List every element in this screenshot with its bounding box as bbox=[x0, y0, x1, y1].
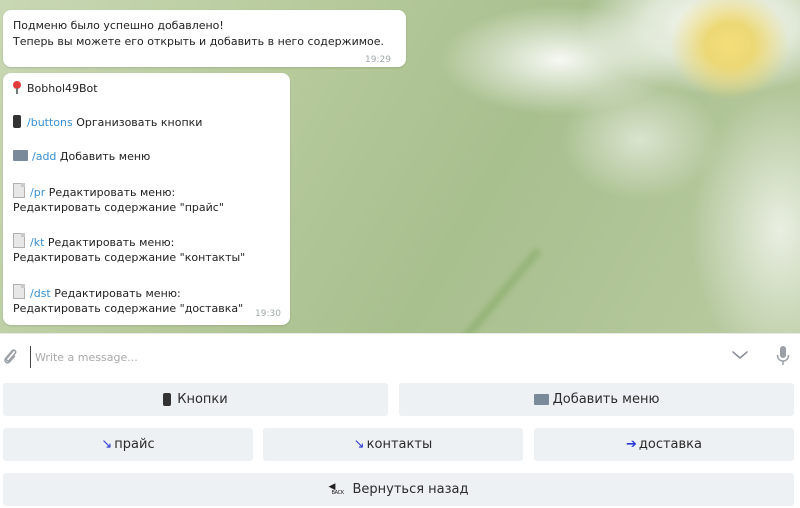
command-line: /pr Редактировать меню: bbox=[13, 183, 175, 200]
arrow-icon: ➔ bbox=[625, 437, 637, 452]
document-icon bbox=[13, 183, 25, 198]
bot-name-line: Bobhol49Bot bbox=[13, 81, 98, 96]
microphone-icon[interactable] bbox=[775, 344, 791, 368]
message-time: 19:30 bbox=[255, 309, 281, 319]
command-line: /add Добавить меню bbox=[13, 149, 150, 164]
pin-icon bbox=[13, 81, 21, 94]
arrow-icon: ↘ bbox=[101, 437, 113, 452]
keyboard-button-delivery[interactable]: ➔ доставка bbox=[534, 428, 794, 461]
command-line: /buttons Организовать кнопки bbox=[13, 115, 202, 130]
button-label: контакты bbox=[366, 437, 433, 452]
message-bubble: Подменю было успешно добавлено! Теперь в… bbox=[3, 10, 406, 67]
command-link[interactable]: /dst bbox=[30, 287, 51, 300]
keyboard-button-back[interactable]: Вернуться назад bbox=[3, 473, 794, 506]
background-stem bbox=[426, 247, 542, 333]
command-subtext: Редактировать содержание "прайс" bbox=[13, 201, 224, 214]
keyboard-button-add-menu[interactable]: Добавить меню bbox=[399, 383, 794, 416]
folder-icon bbox=[13, 150, 28, 161]
message-time: 19:29 bbox=[365, 55, 391, 65]
keyboard-button-price[interactable]: ↘ прайс bbox=[3, 428, 253, 461]
phone-icon bbox=[13, 115, 21, 128]
command-link[interactable]: /pr bbox=[30, 186, 45, 199]
command-description: Организовать кнопки bbox=[72, 116, 203, 129]
button-label: Кнопки bbox=[177, 392, 228, 407]
reply-keyboard: Кнопки Добавить меню ↘ прайс ↘ контакты ➔ д… bbox=[0, 377, 800, 508]
keyboard-button-buttons[interactable]: Кнопки bbox=[3, 383, 388, 416]
chevron-down-icon[interactable] bbox=[731, 349, 749, 361]
command-description: Добавить меню bbox=[56, 150, 151, 163]
button-label: прайс bbox=[114, 437, 155, 452]
command-link[interactable]: /add bbox=[32, 150, 56, 163]
paperclip-icon[interactable] bbox=[2, 346, 18, 366]
command-description: Редактировать меню: bbox=[45, 186, 176, 199]
bot-name: Bobhol49Bot bbox=[27, 82, 98, 95]
message-input-bar bbox=[0, 333, 800, 378]
message-input[interactable] bbox=[30, 346, 637, 368]
command-line: /kt Редактировать меню: bbox=[13, 233, 174, 250]
document-icon bbox=[13, 284, 25, 299]
folder-icon bbox=[533, 394, 549, 405]
message-text: Подменю было успешно добавлено! bbox=[13, 19, 224, 32]
button-label: Добавить меню bbox=[552, 392, 660, 407]
command-description: Редактировать меню: bbox=[44, 236, 175, 249]
button-label: Вернуться назад bbox=[352, 482, 469, 497]
command-link[interactable]: /buttons bbox=[27, 116, 73, 129]
command-line: /dst Редактировать меню: bbox=[13, 284, 181, 301]
command-description: Редактировать меню: bbox=[50, 287, 181, 300]
button-label: доставка bbox=[638, 437, 702, 452]
document-icon bbox=[13, 233, 25, 248]
command-subtext: Редактировать содержание "доставка" bbox=[13, 302, 244, 315]
chat-area: Подменю было успешно добавлено! Теперь в… bbox=[0, 0, 800, 333]
arrow-icon: ↘ bbox=[353, 437, 365, 452]
keyboard-button-contacts[interactable]: ↘ контакты bbox=[263, 428, 523, 461]
phone-icon bbox=[163, 393, 172, 406]
message-text: Теперь вы можете его открыть и добавить … bbox=[13, 35, 385, 48]
bot-menu-message: Bobhol49Bot /buttons Организовать кнопки… bbox=[3, 73, 290, 325]
command-link[interactable]: /kt bbox=[30, 236, 44, 249]
command-subtext: Редактировать содержание "контакты" bbox=[13, 251, 246, 264]
back-icon bbox=[328, 482, 346, 496]
